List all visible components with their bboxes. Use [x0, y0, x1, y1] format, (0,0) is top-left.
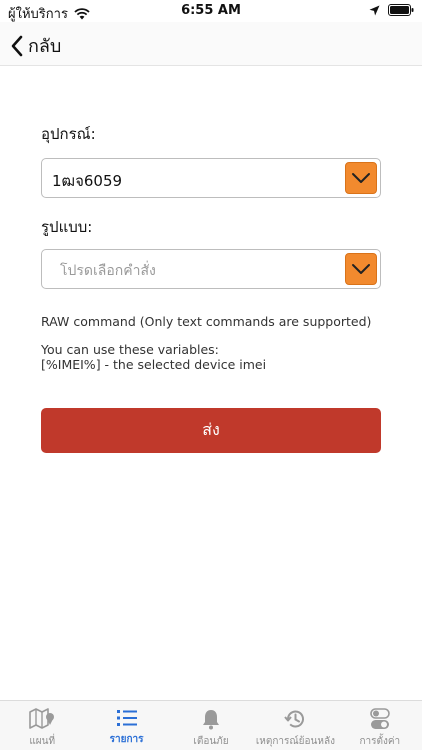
tab-alerts[interactable]: เตือนภัย: [169, 701, 253, 750]
command-type-dropdown-button[interactable]: [345, 253, 377, 285]
tab-list[interactable]: รายการ: [84, 701, 168, 750]
command-type-placeholder: โปรดเลือกคำสั่ง: [60, 263, 156, 279]
status-right: [369, 4, 414, 16]
map-icon: [29, 708, 55, 729]
status-time: 6:55 AM: [181, 3, 241, 18]
device-dropdown-button[interactable]: [345, 162, 377, 194]
type-label: รูปแบบ:: [41, 218, 93, 236]
back-button[interactable]: กลับ: [10, 31, 61, 60]
location-arrow-icon: [369, 5, 380, 15]
chevron-down-icon: [352, 264, 370, 274]
nav-bar: กลับ: [0, 22, 422, 66]
tab-bar: แผนที่ รายการ เตือนภัย เหตุการณ์ย้อนหลัง: [0, 700, 422, 750]
tab-list-label: รายการ: [109, 734, 144, 745]
device-label: อุปกรณ์:: [41, 125, 96, 143]
bell-icon: [203, 710, 220, 730]
tab-history-label: เหตุการณ์ย้อนหลัง: [255, 736, 335, 747]
battery-icon: [388, 4, 414, 16]
history-icon: [284, 710, 305, 728]
chevron-down-icon: [352, 173, 370, 183]
command-type-select[interactable]: โปรดเลือกคำสั่ง: [41, 249, 381, 289]
settings-toggle-icon: [370, 708, 390, 729]
send-button[interactable]: ส่ง: [41, 408, 381, 453]
tab-settings[interactable]: การตั้งค่า: [338, 701, 422, 750]
tab-map[interactable]: แผนที่: [0, 701, 84, 750]
list-icon: [116, 710, 137, 726]
variable-imei-note: [%IMEI%] - the selected device imei: [41, 357, 267, 372]
raw-command-note: RAW command (Only text commands are supp…: [41, 314, 372, 329]
tab-alerts-label: เตือนภัย: [193, 736, 229, 747]
status-bar: ผู้ให้บริการ 6:55 AM: [0, 0, 422, 22]
device-select[interactable]: 1ฒจ6059: [41, 158, 381, 198]
device-select-value: 1ฒจ6059: [52, 172, 123, 190]
back-label: กลับ: [28, 36, 62, 57]
tab-history[interactable]: เหตุการณ์ย้อนหลัง: [253, 701, 337, 750]
tab-map-label: แผนที่: [29, 736, 56, 747]
tab-settings-label: การตั้งค่า: [359, 736, 401, 747]
chevron-left-icon: [11, 35, 23, 56]
variables-title: You can use these variables:: [41, 342, 219, 357]
